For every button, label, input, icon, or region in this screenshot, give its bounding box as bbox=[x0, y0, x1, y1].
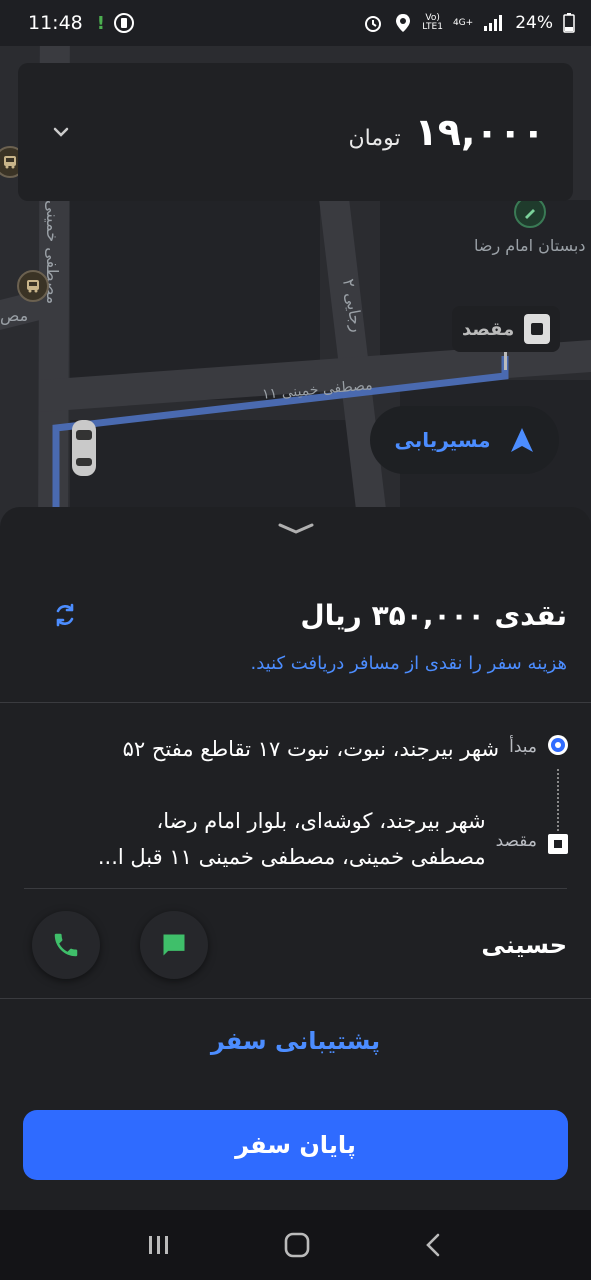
navigation-arrow-icon bbox=[510, 428, 533, 452]
bus-stop-icon[interactable] bbox=[17, 270, 49, 302]
destination-address-line1: شهر بیرجند، کوشه‌ای، بلوار امام رضا، bbox=[156, 809, 486, 833]
divider bbox=[0, 998, 591, 999]
origin-label: مبدأ bbox=[509, 737, 537, 757]
sheet-collapse-icon[interactable] bbox=[276, 521, 316, 537]
location-icon bbox=[396, 14, 411, 32]
app-status-icon bbox=[113, 13, 134, 33]
payment-row: نقدی ۳۵۰,۰۰۰ ریال bbox=[0, 587, 591, 643]
refresh-icon[interactable] bbox=[50, 600, 80, 630]
end-trip-button[interactable]: پایان سفر bbox=[23, 1110, 568, 1180]
origin-address: شهر بیرجند، نبوت، نبوت ۱۷ تقاطع مفتح ۵۲ bbox=[122, 737, 500, 761]
alert-icon: ! bbox=[96, 12, 105, 34]
divider bbox=[24, 888, 567, 889]
phone-icon bbox=[54, 933, 78, 957]
destination-pin-stem bbox=[504, 352, 507, 370]
destination-chip[interactable]: مقصد bbox=[452, 306, 560, 352]
fare-card[interactable]: ۱۹,۰۰۰ تومان bbox=[18, 63, 573, 201]
net-type: 4G+ bbox=[452, 17, 474, 28]
status-bar: 11:48 ! Vo) LTE1 4G+ 24% bbox=[0, 0, 591, 46]
destination-address-line2: مصطفی خمینی، مصطفی خمینی ۱۱ قبل ا... bbox=[97, 845, 486, 869]
origin-dot-icon bbox=[548, 735, 568, 755]
payment-hint: هزینه سفر را نقدی از مسافر دریافت کنید. bbox=[250, 653, 567, 674]
passenger-row: حسینی bbox=[0, 890, 591, 1000]
destination-row: مقصد شهر بیرجند، کوشه‌ای، بلوار امام رضا… bbox=[98, 803, 569, 875]
map-label-left-edge: مص bbox=[0, 306, 29, 325]
destination-chip-label: مقصد bbox=[462, 318, 515, 340]
navigate-label: مسیریابی bbox=[394, 428, 491, 452]
home-icon[interactable] bbox=[283, 1231, 311, 1259]
battery-icon bbox=[563, 13, 575, 33]
fare-unit: تومان bbox=[348, 126, 401, 151]
payment-title: نقدی ۳۵۰,۰۰۰ ریال bbox=[300, 598, 567, 632]
recent-apps-icon[interactable] bbox=[146, 1233, 172, 1257]
destination-square-icon bbox=[524, 314, 550, 344]
trip-bottom-sheet: نقدی ۳۵۰,۰۰۰ ریال هزینه سفر را نقدی از م… bbox=[0, 507, 591, 1210]
chat-icon bbox=[163, 934, 185, 956]
divider bbox=[0, 702, 591, 703]
back-icon[interactable] bbox=[422, 1231, 446, 1259]
system-nav-bar bbox=[0, 1210, 591, 1280]
chevron-down-icon[interactable] bbox=[46, 117, 76, 147]
destination-address: شهر بیرجند، کوشه‌ای، بلوار امام رضا، مصط… bbox=[98, 803, 486, 875]
destination-square-icon bbox=[548, 834, 568, 854]
fare-amount: ۱۹,۰۰۰ bbox=[414, 110, 545, 154]
signal-icon bbox=[484, 15, 503, 31]
call-button[interactable] bbox=[32, 911, 100, 979]
trip-support-link[interactable]: پشتیبانی سفر bbox=[0, 1027, 591, 1055]
volte-indicator: Vo) LTE1 bbox=[422, 13, 443, 32]
alarm-icon bbox=[365, 16, 382, 32]
status-time: 11:48 bbox=[28, 12, 83, 34]
origin-row: مبدأ شهر بیرجند، نبوت، نبوت ۱۷ تقاطع مفت… bbox=[123, 731, 569, 767]
message-button[interactable] bbox=[140, 911, 208, 979]
car-marker bbox=[72, 420, 96, 476]
battery-percent: 24% bbox=[515, 13, 553, 33]
map-label-school: دبستان امام رضا bbox=[474, 236, 586, 255]
destination-label: مقصد bbox=[495, 831, 537, 851]
passenger-name: حسینی bbox=[481, 931, 567, 959]
navigate-button[interactable]: مسیریابی bbox=[370, 406, 559, 474]
